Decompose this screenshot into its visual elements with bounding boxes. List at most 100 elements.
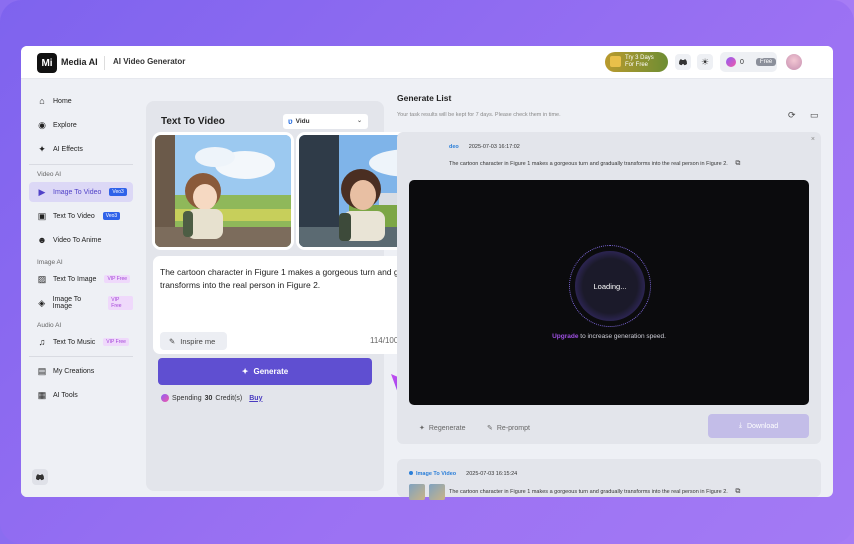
sidebar-item-text-to-image[interactable]: ▨ Text To Image VIP Free bbox=[29, 269, 133, 289]
vip-free-badge: VIP Free bbox=[104, 275, 131, 283]
grid-icon: ▦ bbox=[37, 389, 47, 400]
task-time: 2025-07-03 16:15:24 bbox=[466, 471, 518, 477]
generate-button[interactable]: ✦ Generate bbox=[158, 358, 372, 385]
image-icon: ▨ bbox=[37, 273, 47, 284]
sidebar-item-text-to-music[interactable]: ♫ Text To Music VIP Free bbox=[29, 332, 133, 352]
sparkle-icon: ✦ bbox=[419, 425, 425, 432]
coin-icon bbox=[161, 394, 169, 402]
discord-icon[interactable] bbox=[675, 54, 691, 70]
inspire-label: Inspire me bbox=[180, 336, 216, 346]
logo-icon[interactable]: Mi bbox=[37, 53, 57, 73]
sidebar-item-ai-effects[interactable]: ✦ AI Effects bbox=[29, 139, 133, 159]
generate-label: Generate bbox=[253, 367, 289, 376]
source-image-1[interactable] bbox=[152, 132, 294, 250]
chevron-down-icon: ⌄ bbox=[356, 118, 362, 124]
vip-free-badge: VIP Free bbox=[108, 296, 133, 310]
prompt-textarea[interactable]: The cartoon character in Figure 1 makes … bbox=[160, 266, 432, 292]
sidebar-item-label: Text To Video bbox=[53, 212, 95, 220]
compass-icon: ◉ bbox=[38, 119, 46, 130]
edit-icon: ✎ bbox=[487, 425, 493, 432]
sidebar-item-image-to-image[interactable]: ◈ Image To Image VIP Free bbox=[29, 293, 133, 313]
sidebar-item-label: AI Tools bbox=[53, 391, 78, 399]
credits-pill[interactable]: 0 Free bbox=[720, 52, 777, 72]
task-description: The cartoon character in Figure 1 makes … bbox=[449, 488, 740, 496]
vidu-logo-icon: ʋ bbox=[288, 117, 293, 126]
vip-free-badge: VIP Free bbox=[103, 338, 129, 346]
sidebar-item-ai-tools[interactable]: ▦ AI Tools bbox=[29, 385, 133, 405]
thumbnail bbox=[429, 484, 445, 500]
sidebar-item-home[interactable]: ⌂ Home bbox=[29, 91, 133, 111]
veo3-badge: Veo3 bbox=[102, 212, 121, 220]
credits-count: 0 bbox=[740, 58, 744, 66]
generation-card: Image To Video 2025-07-03 16:15:24 The c… bbox=[397, 459, 821, 500]
sidebar-item-label: Image To Image bbox=[52, 296, 82, 310]
avatar[interactable] bbox=[786, 54, 802, 70]
regenerate-button[interactable]: ✦ Regenerate bbox=[419, 424, 465, 433]
close-icon[interactable]: × bbox=[811, 136, 815, 143]
theme-sun-icon[interactable]: ☀ bbox=[697, 54, 713, 70]
sidebar-item-label: AI Effects bbox=[53, 145, 83, 153]
upgrade-link[interactable]: Upgrade bbox=[552, 333, 578, 340]
sidebar-divider bbox=[29, 164, 133, 165]
sidebar-item-label: Text To Music bbox=[53, 338, 96, 346]
sidebar-item-label: Explore bbox=[53, 121, 77, 129]
sidebar-item-explore[interactable]: ◉ Explore bbox=[29, 115, 133, 135]
task-description-text: The cartoon character in Figure 1 makes … bbox=[449, 489, 728, 495]
promo-line-2: For Free bbox=[625, 62, 649, 68]
section-label-audio-ai: Audio AI bbox=[37, 322, 62, 329]
sidebar-item-label: Image To Video bbox=[53, 188, 102, 196]
page-subtitle: AI Video Generator bbox=[113, 57, 186, 66]
top-bar: Mi Media AI AI Video Generator Try 3 Day… bbox=[21, 46, 833, 79]
section-label-video-ai: Video AI bbox=[37, 171, 62, 178]
reprompt-button[interactable]: ✎ Re-prompt bbox=[487, 424, 530, 433]
download-label: Download bbox=[746, 422, 779, 430]
section-label-image-ai: Image AI bbox=[37, 259, 63, 266]
buy-link[interactable]: Buy bbox=[249, 395, 262, 402]
model-select[interactable]: ʋ Vidu ⌄ bbox=[283, 114, 368, 129]
free-badge: Free bbox=[755, 58, 777, 66]
generate-list-title: Generate List bbox=[397, 93, 452, 103]
sidebar-item-label: Video To Anime bbox=[53, 236, 102, 244]
reprompt-label: Re-prompt bbox=[496, 424, 530, 432]
video-text-icon: ▣ bbox=[37, 210, 47, 221]
sidebar-item-text-to-video[interactable]: ▣ Text To Video Veo3 bbox=[29, 206, 133, 226]
loading-spinner: Loading... bbox=[569, 245, 651, 327]
card-meta: deo 2025-07-03 16:17:02 bbox=[449, 144, 520, 150]
task-description: The cartoon character in Figure 1 makes … bbox=[449, 160, 740, 168]
copy-icon[interactable]: ⧉ bbox=[735, 160, 740, 167]
upgrade-message: Upgrade to increase generation speed. bbox=[409, 333, 809, 340]
download-button[interactable]: ⤓ Download bbox=[708, 414, 809, 438]
panel-title: Text To Video bbox=[161, 116, 225, 127]
trial-promo-button[interactable]: Try 3 Days For Free bbox=[605, 52, 668, 72]
video-camera-icon: ▶ bbox=[38, 186, 46, 197]
sidebar-item-image-to-video[interactable]: ▶ Image To Video Veo3 bbox=[29, 182, 133, 202]
archive-icon[interactable]: ▭ bbox=[810, 110, 819, 121]
gift-icon bbox=[610, 56, 621, 67]
spending-info: Spending 30 Credit(s) Buy bbox=[161, 394, 262, 402]
discord-icon[interactable] bbox=[32, 469, 48, 485]
sidebar-item-my-creations[interactable]: ▤ My Creations bbox=[29, 361, 133, 381]
download-icon: ⤓ bbox=[738, 422, 742, 429]
model-name: Vidu bbox=[295, 118, 310, 125]
video-preview: Loading... Upgrade to increase generatio… bbox=[409, 180, 809, 405]
spending-prefix: Spending bbox=[172, 394, 202, 402]
copy-icon[interactable]: ⧉ bbox=[735, 488, 740, 495]
spending-amount: 30 bbox=[204, 394, 213, 402]
inspire-me-button[interactable]: ✎ Inspire me bbox=[160, 332, 227, 350]
task-type-label: Image To Video bbox=[416, 471, 457, 477]
coin-icon bbox=[726, 57, 736, 67]
task-type-tag: Image To Video bbox=[409, 471, 456, 477]
home-icon: ⌂ bbox=[39, 96, 45, 106]
sidebar-item-label: Home bbox=[53, 97, 72, 105]
status-dot bbox=[409, 471, 413, 475]
refresh-icon[interactable]: ⟳ bbox=[788, 110, 796, 121]
promo-line-1: Try 3 Days bbox=[625, 55, 654, 61]
generation-card: × deo 2025-07-03 16:17:02 The cartoon ch… bbox=[397, 132, 821, 444]
sidebar: ⌂ Home ◉ Explore ✦ AI Effects Video AI ▶… bbox=[21, 79, 141, 497]
task-description-text: The cartoon character in Figure 1 makes … bbox=[449, 161, 728, 167]
magic-wand-icon: ✎ bbox=[169, 336, 176, 346]
sparkle-icon: ✦ bbox=[241, 367, 249, 376]
sidebar-item-video-to-anime[interactable]: ☻ Video To Anime bbox=[29, 230, 133, 250]
upgrade-text: to increase generation speed. bbox=[580, 333, 666, 340]
brand-name[interactable]: Media AI bbox=[61, 57, 98, 67]
